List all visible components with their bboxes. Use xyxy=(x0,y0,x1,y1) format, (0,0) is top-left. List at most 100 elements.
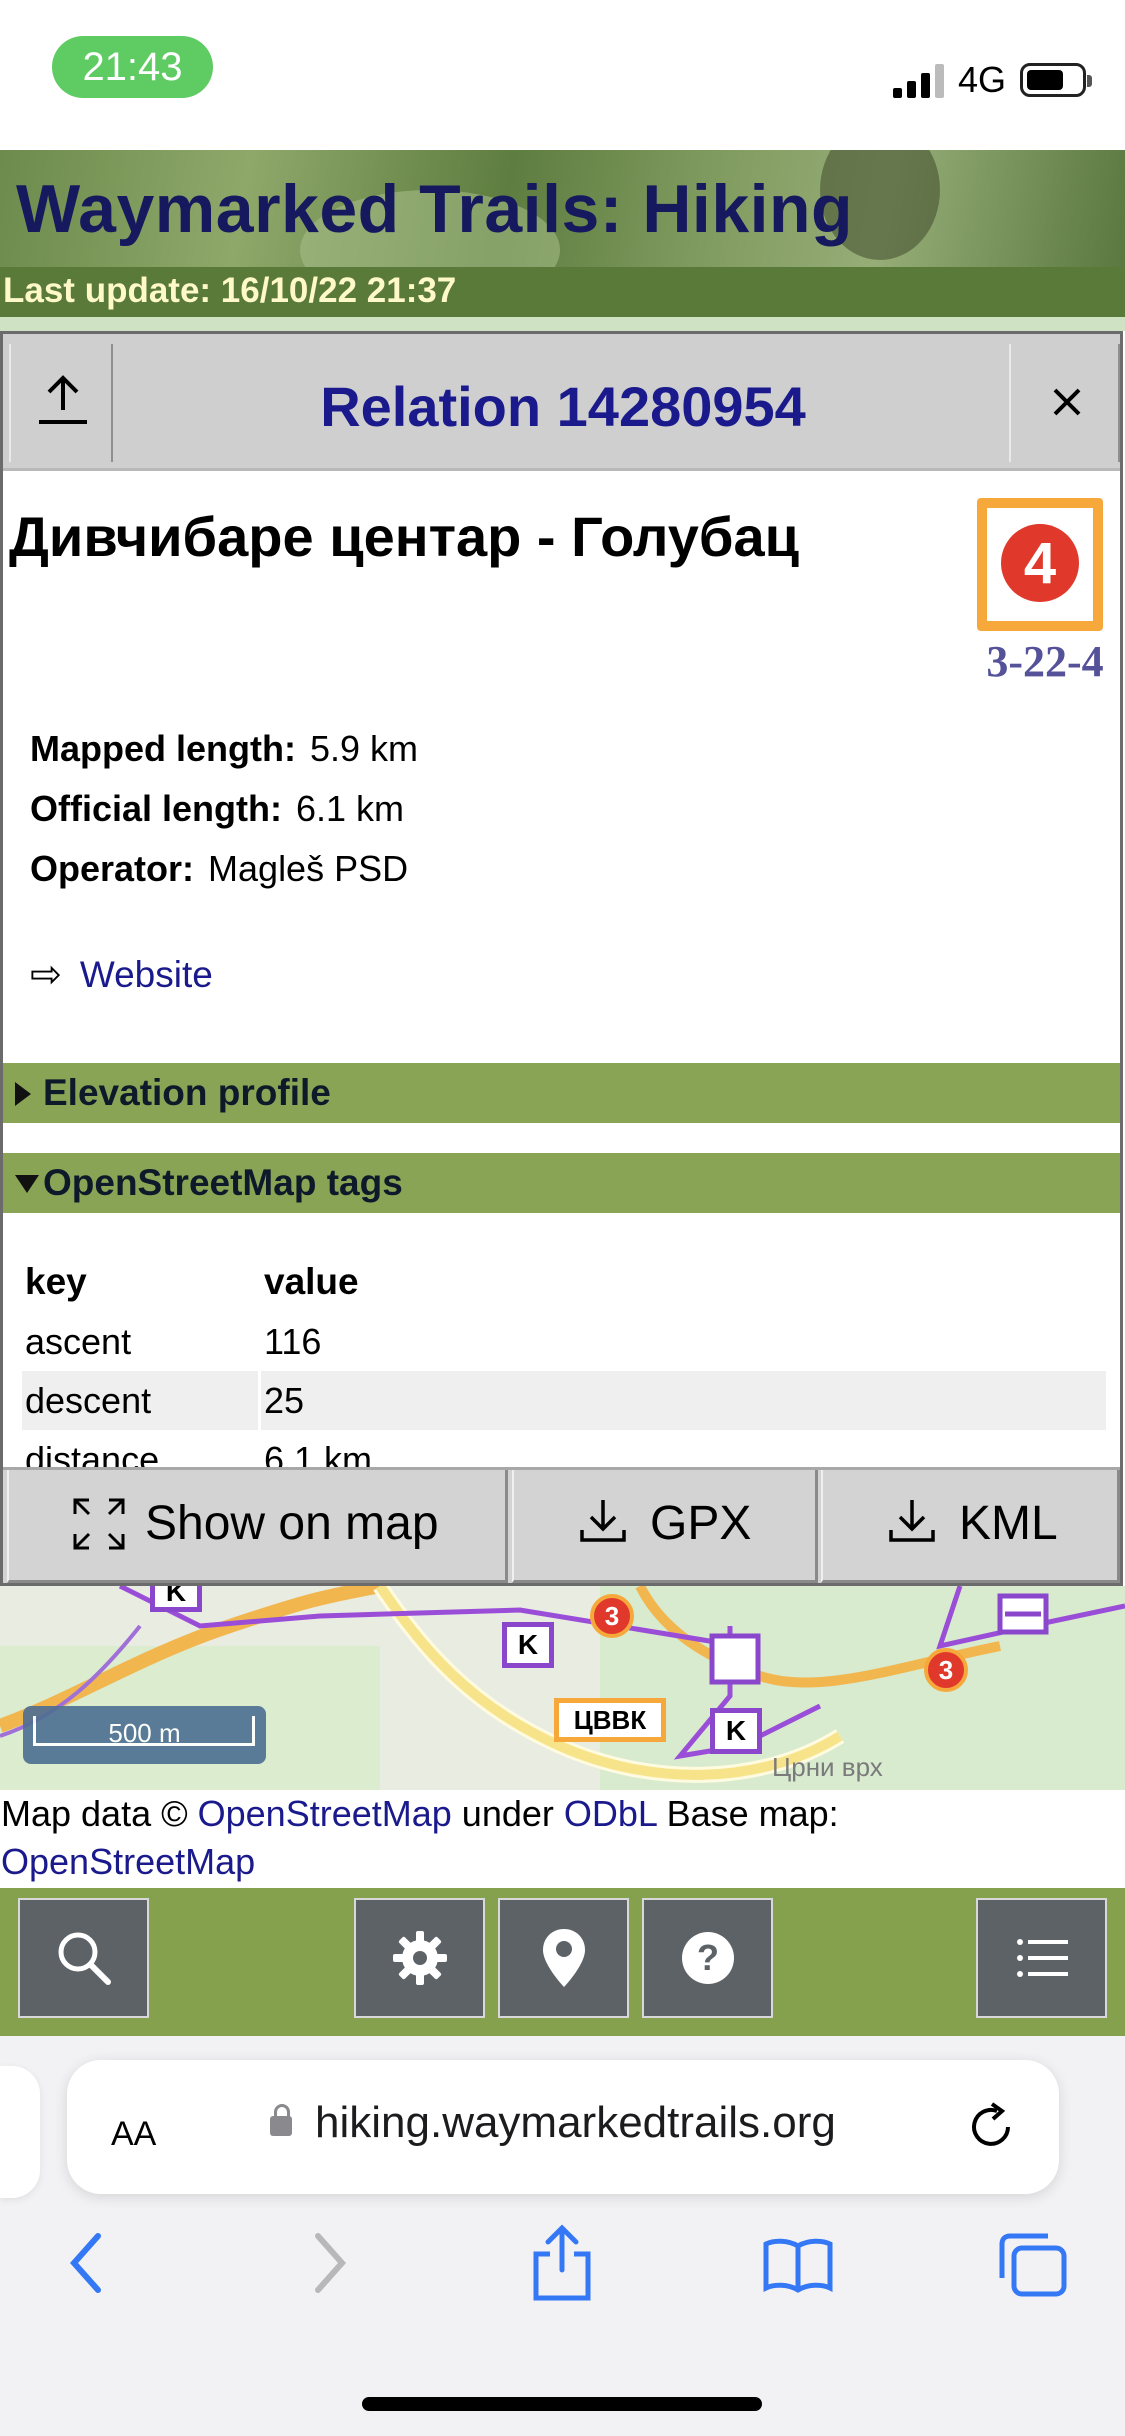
route-shield-ref: 3-22-4 xyxy=(986,637,1104,686)
home-indicator xyxy=(362,2397,762,2411)
lock-icon xyxy=(270,2104,292,2136)
info-row-mapped-length: Mapped length: 5.9 km xyxy=(30,728,418,770)
reload-icon[interactable] xyxy=(964,2100,1018,2154)
info-key: Official length: xyxy=(30,788,282,829)
route-marker-cvvk: ЦВВК xyxy=(554,1698,666,1742)
forward-icon[interactable] xyxy=(310,2230,350,2296)
reader-options-button[interactable]: AA xyxy=(111,2102,156,2156)
gear-icon xyxy=(392,1931,447,1985)
osm-link[interactable]: OpenStreetMap xyxy=(198,1793,452,1834)
odbl-link[interactable]: ODbL xyxy=(564,1793,657,1834)
route-list-button[interactable] xyxy=(976,1898,1107,2018)
panel-title: Relation 14280954 xyxy=(320,375,806,438)
battery-icon xyxy=(1020,63,1092,97)
info-key: Mapped length: xyxy=(30,728,296,769)
route-marker-k: K xyxy=(502,1622,554,1668)
help-icon: ? xyxy=(681,1932,734,1984)
marker-label: 3 xyxy=(938,1655,954,1685)
tag-key: ascent xyxy=(25,1320,132,1362)
table-row: ascent 116 xyxy=(22,1312,1106,1371)
tabs-icon[interactable] xyxy=(998,2232,1068,2298)
kml-label: KML xyxy=(959,1497,1058,1550)
share-icon[interactable] xyxy=(530,2224,594,2302)
svg-text:?: ? xyxy=(697,1937,719,1978)
route-name: Дивчибаре центар - Голубац xyxy=(9,505,800,568)
base-map-link[interactable]: OpenStreetMap xyxy=(1,1841,255,1882)
last-update-text: Last update: 16/10/22 21:37 xyxy=(3,271,457,310)
panel-header: Relation 14280954 xyxy=(3,334,1120,471)
expanded-triangle-icon xyxy=(15,1175,39,1193)
map-scale-bar: 500 m xyxy=(23,1706,266,1764)
gpx-label: GPX xyxy=(650,1497,752,1550)
location-pin-icon xyxy=(542,1929,585,1987)
route-marker-k: K xyxy=(710,1708,762,1754)
route-shield-background: 4 xyxy=(987,508,1093,621)
elevation-profile-label: Elevation profile xyxy=(43,1072,331,1113)
map-background xyxy=(0,317,1125,331)
expand-corners-icon xyxy=(73,1498,125,1550)
table-row: descent 25 xyxy=(22,1371,1106,1430)
search-icon xyxy=(58,1932,111,1985)
right-arrow-icon: ⇨ xyxy=(30,954,62,996)
route-marker-k: K xyxy=(150,1586,202,1612)
column-header-key: key xyxy=(25,1261,87,1302)
relation-panel: Relation 14280954 Дивчибаре центар - Гол… xyxy=(0,331,1123,1586)
cellular-signal-icon xyxy=(893,64,944,98)
upload-arrow-icon xyxy=(39,375,87,424)
tag-value: 25 xyxy=(261,1371,1106,1430)
close-icon xyxy=(1053,388,1081,416)
marker-label: ЦВВК xyxy=(573,1705,647,1735)
last-update-bar: Last update: 16/10/22 21:37 xyxy=(0,267,1125,317)
list-icon xyxy=(1016,1939,1068,1977)
attribution-text: Base map: xyxy=(656,1793,839,1834)
back-icon[interactable] xyxy=(66,2230,106,2296)
info-key: Operator: xyxy=(30,848,195,889)
download-gpx-button[interactable]: GPX xyxy=(512,1470,818,1583)
osm-tags-toggle[interactable]: OpenStreetMap tags xyxy=(3,1153,1120,1213)
help-button[interactable]: ? xyxy=(642,1898,773,2018)
site-toolbar: ? xyxy=(0,1888,1125,2036)
tag-value: 116 xyxy=(264,1320,322,1362)
info-row-official-length: Official length: 6.1 km xyxy=(30,788,404,830)
reader-options-label: AA xyxy=(111,2115,157,2153)
scale-label: 500 m xyxy=(108,1718,181,1748)
route-marker-3: 3 xyxy=(590,1594,634,1638)
marker-label: K xyxy=(165,1586,187,1607)
info-value: 6.1 km xyxy=(296,788,405,829)
website-link[interactable]: Website xyxy=(80,954,213,995)
route-shield-number: 4 xyxy=(1001,524,1079,602)
osm-tags-label: OpenStreetMap tags xyxy=(43,1162,403,1203)
show-on-map-button[interactable]: Show on map xyxy=(7,1470,508,1583)
route-marker xyxy=(709,1633,761,1685)
network-type: 4G xyxy=(958,59,1007,100)
column-header-value: value xyxy=(264,1261,359,1302)
marker-label: 3 xyxy=(604,1601,620,1631)
status-bar: 21:43 4G xyxy=(0,0,1125,150)
table-header-row: key value xyxy=(22,1252,1106,1312)
site-title[interactable]: Waymarked Trails: Hiking xyxy=(16,170,853,248)
settings-button[interactable] xyxy=(354,1898,485,2018)
url-text[interactable]: hiking.waymarkedtrails.org xyxy=(315,2098,836,2148)
collapsed-triangle-icon xyxy=(15,1082,31,1106)
info-value: Magleš PSD xyxy=(208,848,409,889)
expand-panel-button[interactable] xyxy=(9,344,113,462)
osm-tags-table: key value ascent 116 descent 25 distance… xyxy=(19,1252,1109,1489)
map-place-label: Црни врх xyxy=(772,1752,883,1782)
download-kml-button[interactable]: KML xyxy=(821,1470,1120,1583)
elevation-profile-toggle[interactable]: Elevation profile xyxy=(3,1063,1120,1123)
status-time: 21:43 xyxy=(52,36,213,98)
site-header: Waymarked Trails: Hiking xyxy=(0,150,1125,267)
search-button[interactable] xyxy=(18,1898,149,2018)
tag-key: descent xyxy=(22,1371,258,1430)
route-marker-3: 3 xyxy=(924,1648,968,1692)
browser-chrome: AA hiking.waymarkedtrails.org xyxy=(0,2036,1125,2436)
download-icon xyxy=(580,1500,626,1542)
previous-tab-peek[interactable] xyxy=(0,2066,40,2198)
bookmarks-icon[interactable] xyxy=(762,2236,834,2294)
download-icon xyxy=(889,1500,935,1542)
address-bar[interactable]: AA hiking.waymarkedtrails.org xyxy=(67,2060,1059,2194)
location-button[interactable] xyxy=(498,1898,629,2018)
marker-label: K xyxy=(517,1629,539,1660)
info-row-operator: Operator: Magleš PSD xyxy=(30,848,408,890)
close-panel-button[interactable] xyxy=(1009,344,1120,462)
